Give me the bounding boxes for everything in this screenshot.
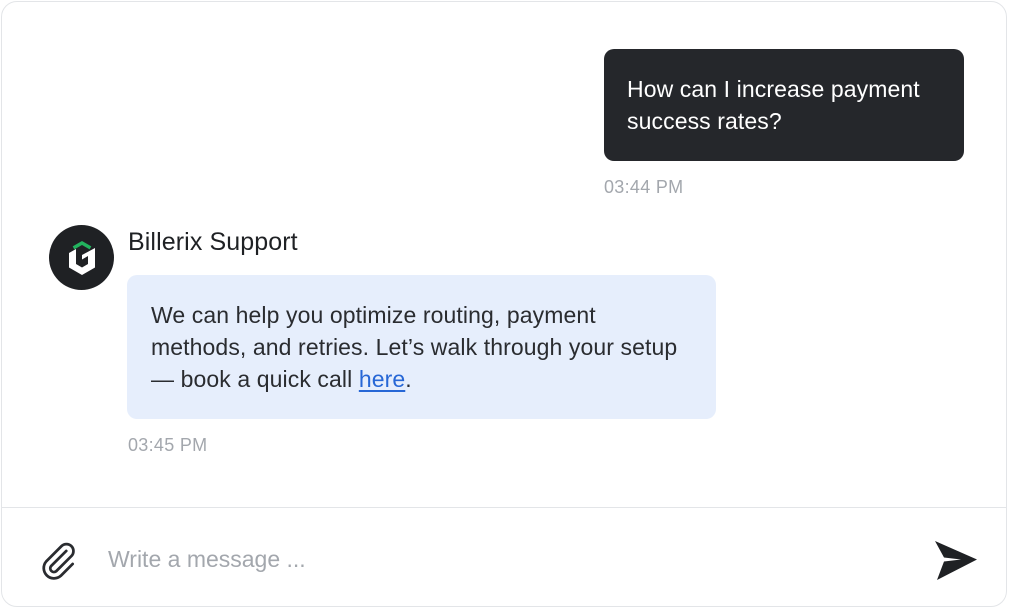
agent-message-text-end: . <box>405 366 412 392</box>
message-input[interactable] <box>108 536 888 582</box>
agent-message-text: We can help you optimize routing, paymen… <box>151 302 678 392</box>
user-message-bubble: How can I increase payment success rates… <box>604 49 964 161</box>
attach-button[interactable] <box>36 536 80 586</box>
send-button[interactable] <box>930 536 980 584</box>
agent-message-bubble: We can help you optimize routing, paymen… <box>127 275 716 419</box>
user-message-text: How can I increase payment success rates… <box>627 76 920 134</box>
send-icon <box>935 541 977 580</box>
message-composer <box>2 507 1006 606</box>
billerix-logo-icon <box>49 225 114 290</box>
book-call-link[interactable]: here <box>359 366 405 392</box>
agent-name: Billerix Support <box>128 228 298 256</box>
user-message-timestamp: 03:44 PM <box>604 177 684 197</box>
agent-message-timestamp: 03:45 PM <box>128 435 208 455</box>
paperclip-icon <box>42 542 75 580</box>
chat-window: How can I increase payment success rates… <box>1 1 1007 607</box>
